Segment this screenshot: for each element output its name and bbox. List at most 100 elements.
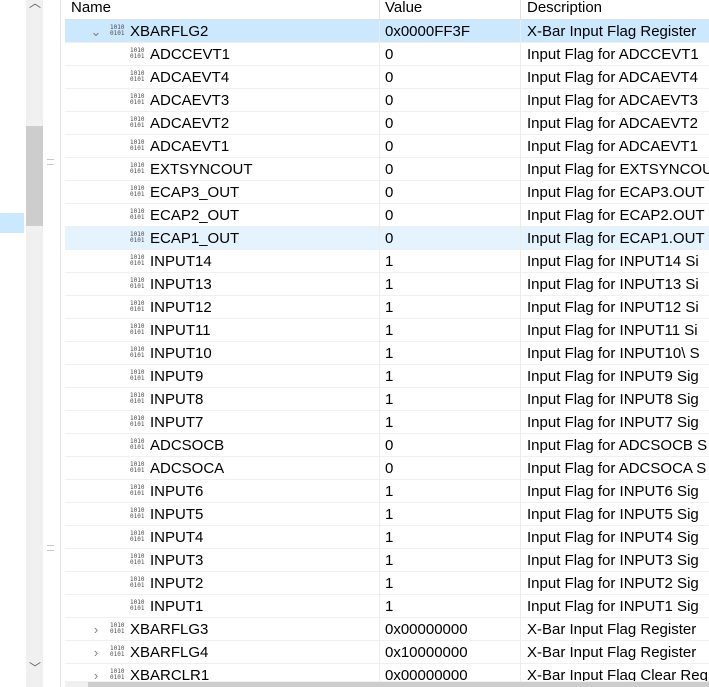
field-row[interactable]: 1010 0101 INPUT12 1 Input Flag for INPUT12 S… bbox=[65, 296, 709, 319]
value-cell[interactable]: 1 bbox=[380, 250, 521, 273]
register-binary-icon: 1010 0101 bbox=[130, 485, 146, 498]
description-cell: Input Flag for ADCSOCB S bbox=[527, 437, 708, 454]
value-cell[interactable]: 0 bbox=[380, 434, 521, 457]
value-cell[interactable]: 1 bbox=[380, 411, 521, 434]
value-cell[interactable]: 1 bbox=[380, 296, 521, 319]
value-cell[interactable]: 0 bbox=[380, 135, 521, 158]
field-row[interactable]: 1010 0101 INPUT14 1 Input Flag for INPUT14 S… bbox=[65, 250, 709, 273]
value-cell[interactable]: 1 bbox=[380, 388, 521, 411]
chevron-right-icon[interactable]: › bbox=[90, 641, 102, 664]
description-cell: Input Flag for INPUT9 Sig bbox=[527, 368, 699, 385]
field-row[interactable]: 1010 0101 ECAP1_OUT 0 Input Flag for ECAP1.O… bbox=[65, 227, 709, 250]
field-row[interactable]: 1010 0101 ADCCEVT1 0 Input Flag for ADCCEVT1 bbox=[65, 43, 709, 66]
field-row[interactable]: 1010 0101 INPUT9 1 Input Flag for INPUT9 Sig bbox=[65, 365, 709, 388]
field-row[interactable]: 1010 0101 ADCAEVT2 0 Input Flag for ADCAEVT2 bbox=[65, 112, 709, 135]
value-cell[interactable]: 0 bbox=[380, 158, 521, 181]
value-cell[interactable]: 1 bbox=[380, 480, 521, 503]
splitter-grip-icon[interactable] bbox=[47, 545, 54, 551]
register-binary-icon: 1010 0101 bbox=[130, 416, 146, 429]
binary-glyph-bottom: 0101 bbox=[130, 582, 145, 589]
value-cell[interactable]: 0 bbox=[380, 112, 521, 135]
column-header-description[interactable]: Description bbox=[521, 0, 709, 19]
binary-glyph-bottom: 0101 bbox=[110, 651, 125, 658]
description-cell: Input Flag for INPUT7 Sig bbox=[527, 414, 699, 431]
value-cell[interactable]: 1 bbox=[380, 342, 521, 365]
field-row[interactable]: 1010 0101 INPUT1 1 Input Flag for INPUT1 Sig bbox=[65, 595, 709, 618]
register-binary-icon: 1010 0101 bbox=[130, 301, 146, 314]
field-row[interactable]: 1010 0101 INPUT5 1 Input Flag for INPUT5 Sig bbox=[65, 503, 709, 526]
register-row[interactable]: › 1010 0101 XBARFLG4 0x10000000 X-Bar Input F… bbox=[65, 641, 709, 664]
value-cell[interactable]: 0x10000000 bbox=[380, 641, 521, 664]
description-cell: Input Flag for ADCAEVT2 bbox=[527, 115, 698, 132]
value-cell[interactable]: 1 bbox=[380, 319, 521, 342]
register-binary-icon: 1010 0101 bbox=[130, 163, 146, 176]
value-cell[interactable]: 0 bbox=[380, 181, 521, 204]
field-name: ADCAEVT4 bbox=[150, 69, 230, 86]
description-cell: Input Flag for INPUT10\ S bbox=[527, 345, 700, 362]
register-name: XBARFLG2 bbox=[130, 23, 209, 40]
field-row[interactable]: 1010 0101 ECAP2_OUT 0 Input Flag for ECAP2.O… bbox=[65, 204, 709, 227]
field-name: ECAP3_OUT bbox=[150, 184, 240, 201]
value-cell[interactable]: 1 bbox=[380, 572, 521, 595]
field-row[interactable]: 1010 0101 EXTSYNCOUT 0 Input Flag for EXTSYN… bbox=[65, 158, 709, 181]
binary-glyph-bottom: 0101 bbox=[110, 30, 125, 37]
name-cell: 1010 0101 INPUT10 bbox=[65, 342, 380, 365]
field-row[interactable]: 1010 0101 ADCAEVT3 0 Input Flag for ADCAEVT3 bbox=[65, 89, 709, 112]
left-panel-selection[interactable] bbox=[0, 213, 24, 233]
chevron-down-icon[interactable]: ⌄ bbox=[90, 20, 102, 43]
value-cell[interactable]: 1 bbox=[380, 503, 521, 526]
register-row[interactable]: ⌄ 1010 0101 XBARFLG2 0x0000FF3F X-Bar Input F… bbox=[65, 20, 709, 43]
field-name: INPUT2 bbox=[150, 575, 204, 592]
column-header-value[interactable]: Value bbox=[380, 0, 521, 19]
field-name: INPUT8 bbox=[150, 391, 204, 408]
value-cell[interactable]: 1 bbox=[380, 273, 521, 296]
field-row[interactable]: 1010 0101 ADCSOCB 0 Input Flag for ADCSOCB S bbox=[65, 434, 709, 457]
field-row[interactable]: 1010 0101 INPUT4 1 Input Flag for INPUT4 Sig bbox=[65, 526, 709, 549]
description-cell: Input Flag for ADCCEVT1 bbox=[527, 46, 699, 63]
binary-glyph-bottom: 0101 bbox=[130, 536, 145, 543]
field-row[interactable]: 1010 0101 INPUT6 1 Input Flag for INPUT6 Sig bbox=[65, 480, 709, 503]
binary-glyph-bottom: 0101 bbox=[130, 53, 145, 60]
scroll-up-arrow-icon[interactable]: ︿ bbox=[28, 0, 42, 10]
field-row[interactable]: 1010 0101 ADCSOCA 0 Input Flag for ADCSOCA S bbox=[65, 457, 709, 480]
field-row[interactable]: 1010 0101 INPUT10 1 Input Flag for INPUT10\ … bbox=[65, 342, 709, 365]
register-binary-icon: 1010 0101 bbox=[130, 255, 146, 268]
left-scrollbar-track[interactable] bbox=[26, 0, 43, 687]
value-cell[interactable]: 1 bbox=[380, 549, 521, 572]
value-cell[interactable]: 0 bbox=[380, 227, 521, 250]
column-header-name[interactable]: Name bbox=[65, 0, 380, 19]
register-row[interactable]: › 1010 0101 XBARFLG3 0x00000000 X-Bar Input F… bbox=[65, 618, 709, 641]
field-name: INPUT6 bbox=[150, 483, 204, 500]
register-binary-icon: 1010 0101 bbox=[130, 577, 146, 590]
value-cell[interactable]: 0 bbox=[380, 204, 521, 227]
binary-glyph-bottom: 0101 bbox=[130, 283, 145, 290]
value-cell[interactable]: 1 bbox=[380, 365, 521, 388]
field-row[interactable]: 1010 0101 ADCAEVT1 0 Input Flag for ADCAEVT1 bbox=[65, 135, 709, 158]
value-cell[interactable]: 1 bbox=[380, 526, 521, 549]
splitter-grip-icon[interactable] bbox=[47, 159, 54, 165]
value-cell[interactable]: 0 bbox=[380, 89, 521, 112]
field-row[interactable]: 1010 0101 INPUT2 1 Input Flag for INPUT2 Sig bbox=[65, 572, 709, 595]
value-cell[interactable]: 0x00000000 bbox=[380, 618, 521, 641]
value-cell[interactable]: 0x0000FF3F bbox=[380, 20, 521, 43]
field-row[interactable]: 1010 0101 INPUT7 1 Input Flag for INPUT7 Sig bbox=[65, 411, 709, 434]
value-cell[interactable]: 0 bbox=[380, 43, 521, 66]
chevron-right-icon[interactable]: › bbox=[90, 618, 102, 641]
field-row[interactable]: 1010 0101 INPUT8 1 Input Flag for INPUT8 Sig bbox=[65, 388, 709, 411]
field-row[interactable]: 1010 0101 INPUT13 1 Input Flag for INPUT13 S… bbox=[65, 273, 709, 296]
value-cell[interactable]: 0 bbox=[380, 457, 521, 480]
field-row[interactable]: 1010 0101 ADCAEVT4 0 Input Flag for ADCAEVT4 bbox=[65, 66, 709, 89]
description-cell: Input Flag for ECAP3.OUT bbox=[527, 184, 705, 201]
field-row[interactable]: 1010 0101 ECAP3_OUT 0 Input Flag for ECAP3.O… bbox=[65, 181, 709, 204]
name-cell: 1010 0101 INPUT7 bbox=[65, 411, 380, 434]
scroll-down-arrow-icon[interactable]: ﹀ bbox=[28, 661, 42, 675]
name-cell: 1010 0101 INPUT4 bbox=[65, 526, 380, 549]
value-cell[interactable]: 0 bbox=[380, 66, 521, 89]
left-scrollbar-thumb[interactable] bbox=[26, 126, 43, 226]
horizontal-scrollbar-thumb[interactable] bbox=[88, 682, 709, 687]
value-cell[interactable]: 1 bbox=[380, 595, 521, 618]
description-cell: Input Flag for ADCAEVT3 bbox=[527, 92, 698, 109]
field-row[interactable]: 1010 0101 INPUT11 1 Input Flag for INPUT11 S… bbox=[65, 319, 709, 342]
field-row[interactable]: 1010 0101 INPUT3 1 Input Flag for INPUT3 Sig bbox=[65, 549, 709, 572]
register-binary-icon: 1010 0101 bbox=[110, 25, 126, 38]
